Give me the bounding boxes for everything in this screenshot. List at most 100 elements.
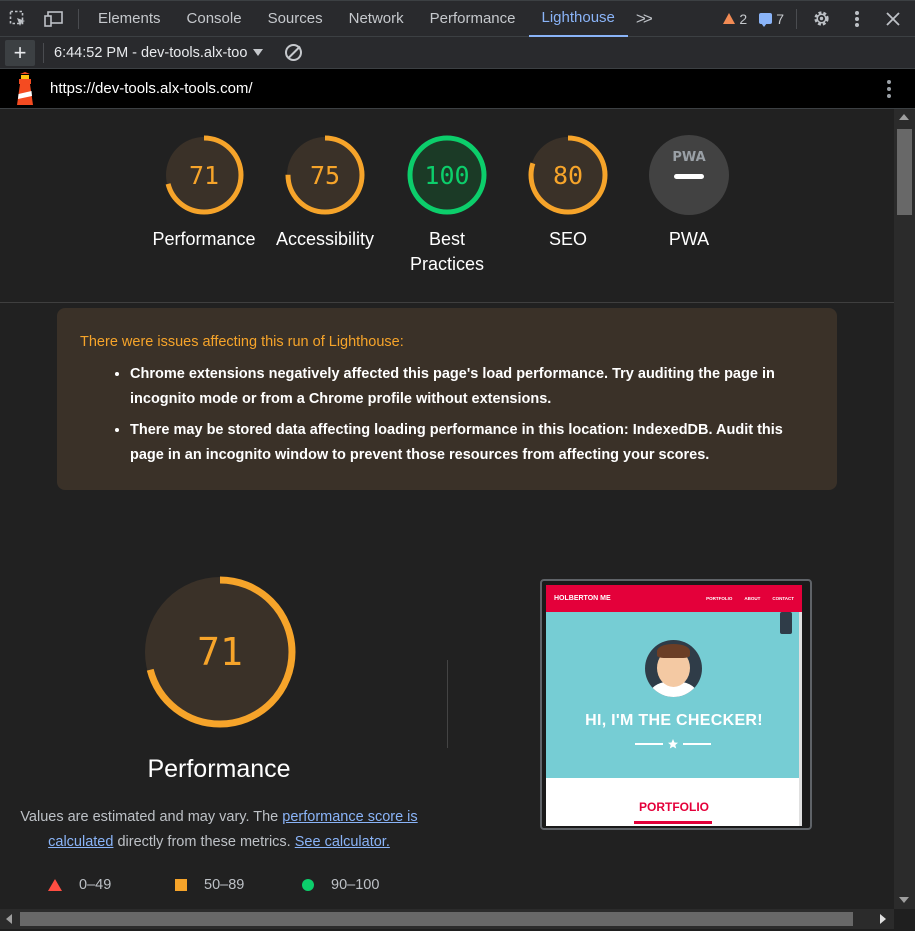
report-url[interactable]: https://dev-tools.alx-tools.com/ [50, 80, 253, 97]
list-item: There may be stored data affecting loadi… [130, 418, 813, 468]
more-tabs-icon[interactable]: >> [628, 9, 658, 29]
seo-gauge-ring: 80 [528, 135, 608, 215]
screenshot-mini-widget [780, 612, 792, 634]
screenshot-nav-link: ABOUT [744, 596, 761, 601]
new-report-button[interactable]: + [5, 39, 35, 66]
scroll-left-arrow-icon[interactable] [6, 914, 12, 924]
list-item: Chrome extensions negatively affected th… [130, 362, 813, 412]
messages-count: 7 [776, 10, 784, 27]
settings-gear-icon[interactable] [805, 3, 837, 35]
toolbar-divider [796, 8, 797, 29]
tab-sources[interactable]: Sources [255, 1, 336, 37]
tab-lighthouse[interactable]: Lighthouse [528, 1, 628, 37]
screenshot-navbar: HOLBERTON ME PORTFOLIO ABOUT CONTACT [546, 585, 802, 612]
gauge-label-line: Best [428, 229, 466, 249]
legend-fail: 0–49 [48, 877, 175, 893]
performance-description: Values are estimated and may vary. The p… [12, 805, 426, 855]
fail-triangle-icon [48, 879, 62, 891]
legend-range: 0–49 [79, 877, 112, 893]
pwa-badge-text: PWA [672, 150, 705, 165]
screenshot-hero-text: HI, I'M THE CHECKER! [585, 712, 763, 729]
screenshot-hero: HI, I'M THE CHECKER! [546, 612, 802, 778]
gauge-score: 100 [424, 161, 469, 190]
devtools-tabbar: Elements Console Sources Network Perform… [0, 0, 915, 37]
issues-title: There were issues affecting this run of … [80, 334, 404, 350]
average-square-icon [175, 879, 187, 891]
gauge-accessibility[interactable]: 75 Accessibility [265, 133, 385, 252]
avatar [645, 640, 702, 697]
tab-elements[interactable]: Elements [85, 1, 174, 37]
report-selector-label: 6:44:52 PM - dev-tools.alx-too [54, 44, 248, 61]
gauge-label-line: Practices [409, 254, 485, 274]
desc-text: Values are estimated and may vary. The [20, 809, 283, 825]
performance-title: Performance [147, 755, 291, 783]
score-legend: 0–49 50–89 90–100 [48, 877, 429, 893]
performance-gauge-large-ring: 71 [144, 576, 296, 728]
scroll-up-arrow-icon[interactable] [899, 114, 909, 120]
gauge-label: Best Practices [387, 227, 507, 277]
vertical-scroll-thumb[interactable] [897, 129, 912, 215]
horizontal-scrollbar[interactable] [0, 909, 894, 929]
gauge-label: Performance [152, 229, 256, 249]
gauge-score: 75 [310, 161, 340, 190]
toolbar-divider [78, 8, 79, 29]
report-url-bar: https://dev-tools.alx-tools.com/ [0, 69, 915, 109]
lighthouse-report: 71 Performance 75 Accessibility 100 Best… [0, 109, 894, 909]
screenshot-scrollbar [799, 612, 802, 826]
final-screenshot[interactable]: HOLBERTON ME PORTFOLIO ABOUT CONTACT HI,… [540, 579, 812, 830]
chevron-down-icon [253, 49, 264, 56]
score-gauges: 71 Performance 75 Accessibility 100 Best… [0, 109, 894, 303]
screenshot-page: HOLBERTON ME PORTFOLIO ABOUT CONTACT HI,… [546, 585, 802, 826]
gauge-label: SEO [548, 229, 587, 249]
scroll-down-arrow-icon[interactable] [899, 897, 909, 903]
see-calculator-link[interactable]: See calculator. [295, 834, 390, 850]
device-toolbar-icon[interactable] [36, 1, 72, 37]
performance-gauge-ring: 71 [164, 135, 244, 215]
tab-network[interactable]: Network [336, 1, 417, 37]
gauge-performance[interactable]: 71 Performance [144, 133, 264, 252]
legend-average: 50–89 [175, 877, 302, 893]
scroll-right-arrow-icon[interactable] [880, 914, 886, 924]
message-icon [759, 13, 773, 27]
warning-icon [723, 13, 736, 24]
screenshot-section-title: PORTFOLIO [639, 800, 709, 814]
legend-range: 50–89 [204, 877, 245, 893]
report-selector[interactable]: 6:44:52 PM - dev-tools.alx-too [54, 44, 264, 61]
tab-performance[interactable]: Performance [417, 1, 529, 37]
legend-pass: 90–100 [302, 877, 429, 893]
report-menu-icon[interactable] [887, 79, 891, 98]
horizontal-scroll-thumb[interactable] [20, 912, 853, 926]
pass-circle-icon [302, 879, 314, 891]
vertical-scrollbar[interactable] [894, 109, 915, 909]
warnings-count: 2 [739, 10, 748, 27]
pwa-badge-icon: PWA [649, 135, 729, 215]
desc-text: directly from these metrics. [113, 834, 295, 850]
gauge-pwa[interactable]: PWA PWA [629, 133, 749, 252]
gauge-score: 80 [553, 161, 583, 190]
lighthouse-logo-icon [12, 71, 38, 106]
best-practices-gauge-ring: 100 [407, 135, 487, 215]
performance-score: 71 [197, 630, 243, 674]
gauge-seo[interactable]: 80 SEO [508, 133, 628, 252]
clear-reports-icon[interactable] [285, 44, 303, 61]
messages-counter[interactable]: 7 [755, 11, 788, 27]
gauge-label: PWA [668, 229, 710, 249]
gauge-score: 71 [189, 161, 219, 190]
gauge-label: Accessibility [275, 229, 375, 249]
accessibility-gauge-ring: 75 [285, 135, 365, 215]
scrollbar-corner [894, 909, 915, 931]
tab-console[interactable]: Console [174, 1, 255, 37]
screenshot-section-underline [634, 821, 712, 824]
gauge-best-practices[interactable]: 100 Best Practices [387, 133, 507, 277]
inspect-element-icon[interactable] [0, 1, 36, 37]
vertical-divider [447, 660, 448, 748]
screenshot-nav-link: CONTACT [772, 596, 794, 601]
close-icon[interactable] [877, 3, 909, 35]
screenshot-nav-link: PORTFOLIO [706, 596, 733, 601]
customize-menu-icon[interactable] [841, 3, 873, 35]
runtime-issues-warning: There were issues affecting this run of … [57, 308, 837, 490]
warnings-counter[interactable]: 2 [719, 11, 751, 27]
toolbar-divider [43, 42, 44, 63]
performance-gauge-large: 71 [140, 572, 300, 737]
screenshot-brand: HOLBERTON ME [554, 595, 611, 602]
